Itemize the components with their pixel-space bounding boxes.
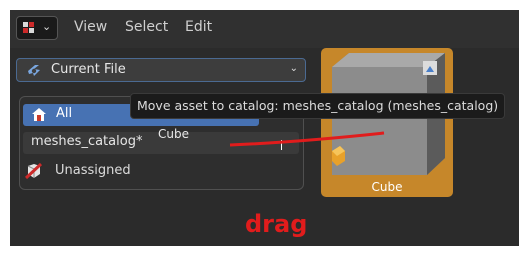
drag-annotation-text: drag (245, 210, 308, 238)
